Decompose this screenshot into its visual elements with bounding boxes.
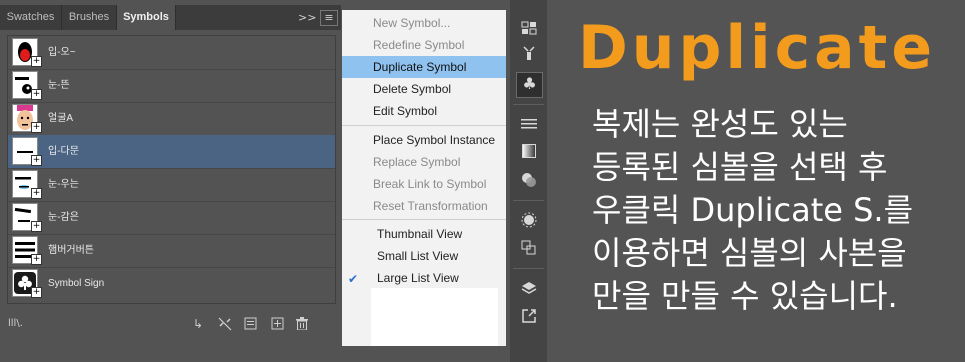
menu-separator — [342, 219, 506, 220]
description-line: 만을 만들 수 있습니다. — [592, 277, 898, 315]
menu-item-delete-symbol[interactable]: Delete Symbol — [342, 78, 506, 100]
layers-icon[interactable] — [519, 280, 538, 299]
symbol-name: 눈-뜬 — [48, 80, 70, 91]
artboards-icon[interactable] — [519, 20, 538, 39]
align-icon[interactable] — [519, 240, 538, 259]
strip-divider — [513, 268, 544, 269]
symbol-link-badge-icon: + — [31, 188, 42, 199]
export-icon[interactable] — [519, 308, 538, 327]
symbol-link-badge-icon: + — [31, 122, 42, 133]
menu-item-redefine-symbol[interactable]: Redefine Symbol — [342, 34, 506, 56]
symbol-row[interactable]: + 눈-우는 — [8, 168, 335, 202]
symbol-name: 얼굴A — [48, 113, 74, 124]
symbol-row[interactable]: + Symbol Sign — [8, 267, 335, 300]
transparency-icon[interactable] — [519, 172, 538, 191]
symbol-options-icon[interactable] — [244, 317, 257, 333]
collapse-panel-icon[interactable]: >> — [298, 5, 316, 30]
brushes-icon[interactable] — [519, 45, 538, 64]
menu-item-thumbnail-view[interactable]: Thumbnail View — [342, 223, 506, 245]
menu-item-reset-transformation[interactable]: Reset Transformation — [342, 195, 506, 217]
break-link-icon[interactable] — [218, 317, 232, 334]
menu-item-large-list-view[interactable]: Large List View — [342, 267, 506, 289]
strip-divider — [513, 104, 544, 105]
appearance-icon[interactable] — [519, 212, 538, 231]
new-symbol-icon[interactable] — [271, 317, 284, 333]
symbol-link-badge-icon: + — [31, 155, 42, 166]
tab-symbols[interactable]: Symbols — [117, 5, 176, 30]
symbols-club-icon[interactable]: ♣ — [516, 72, 543, 98]
blank-area — [371, 288, 498, 346]
description-line: 복제는 완성도 있는 — [592, 105, 848, 143]
symbol-name: 햄버거버튼 — [48, 245, 94, 256]
symbol-name: 입-다문 — [48, 146, 79, 157]
panel-dock-strip: ♣ — [510, 0, 547, 362]
menu-item-break-link[interactable]: Break Link to Symbol — [342, 173, 506, 195]
trash-icon[interactable] — [296, 317, 308, 333]
place-instance-icon[interactable]: ↳ — [193, 317, 203, 331]
symbol-name: Symbol Sign — [48, 278, 105, 289]
description-text: 복제는 완성도 있는 등록된 심볼을 선택 후 우클릭 Duplicate S.… — [592, 103, 952, 318]
strip-divider — [513, 200, 544, 201]
checkmark-icon: ✔ — [348, 272, 359, 286]
symbol-link-badge-icon: + — [31, 287, 42, 298]
symbol-list: + 입-오~ + 눈-뜬 + 얼굴A + 입-다문 + 눈-우는 + 눈-감은 … — [7, 35, 336, 304]
menu-item-place-symbol-instance[interactable]: Place Symbol Instance — [342, 129, 506, 151]
gradient-icon[interactable] — [519, 143, 538, 162]
panel-bottom-toolbar: lll\. ↳ — [0, 313, 341, 337]
menu-separator — [342, 125, 506, 126]
tab-swatches[interactable]: Swatches — [0, 5, 62, 30]
panel-menu-icon[interactable]: ≡ — [320, 10, 338, 26]
menu-item-new-symbol[interactable]: New Symbol... — [342, 12, 506, 34]
symbol-row-selected[interactable]: + 입-다문 — [8, 135, 335, 169]
symbol-link-badge-icon: + — [31, 56, 42, 67]
panel-tab-bar: Swatches Brushes Symbols >> ≡ — [0, 5, 341, 30]
symbol-name: 눈-우는 — [48, 179, 79, 190]
symbol-row[interactable]: + 눈-감은 — [8, 201, 335, 235]
symbol-libraries-icon[interactable]: lll\. — [8, 317, 23, 331]
symbol-row[interactable]: + 햄버거버튼 — [8, 234, 335, 268]
tab-brushes[interactable]: Brushes — [62, 5, 117, 30]
symbol-row[interactable]: + 입-오~ — [8, 36, 335, 70]
symbol-link-badge-icon: + — [31, 89, 42, 100]
description-line: 우클릭 Duplicate S.를 — [592, 191, 914, 229]
menu-item-replace-symbol[interactable]: Replace Symbol — [342, 151, 506, 173]
menu-item-small-list-view[interactable]: Small List View — [342, 245, 506, 267]
symbol-row[interactable]: + 눈-뜬 — [8, 69, 335, 103]
symbol-row[interactable]: + 얼굴A — [8, 102, 335, 136]
menu-item-edit-symbol[interactable]: Edit Symbol — [342, 100, 506, 122]
menu-item-duplicate-symbol[interactable]: Duplicate Symbol — [342, 56, 506, 78]
symbol-link-badge-icon: + — [31, 254, 42, 265]
symbol-name: 입-오~ — [48, 47, 76, 58]
symbol-name: 눈-감은 — [48, 212, 79, 223]
stroke-icon[interactable] — [519, 115, 538, 134]
symbol-link-badge-icon: + — [31, 221, 42, 232]
description-line: 이용하면 심볼의 사본을 — [592, 234, 907, 272]
heading-duplicate: Duplicate — [578, 13, 937, 83]
symbols-panel: Swatches Brushes Symbols >> ≡ + 입-오~ + 눈… — [0, 0, 341, 362]
description-line: 등록된 심볼을 선택 후 — [592, 148, 888, 186]
